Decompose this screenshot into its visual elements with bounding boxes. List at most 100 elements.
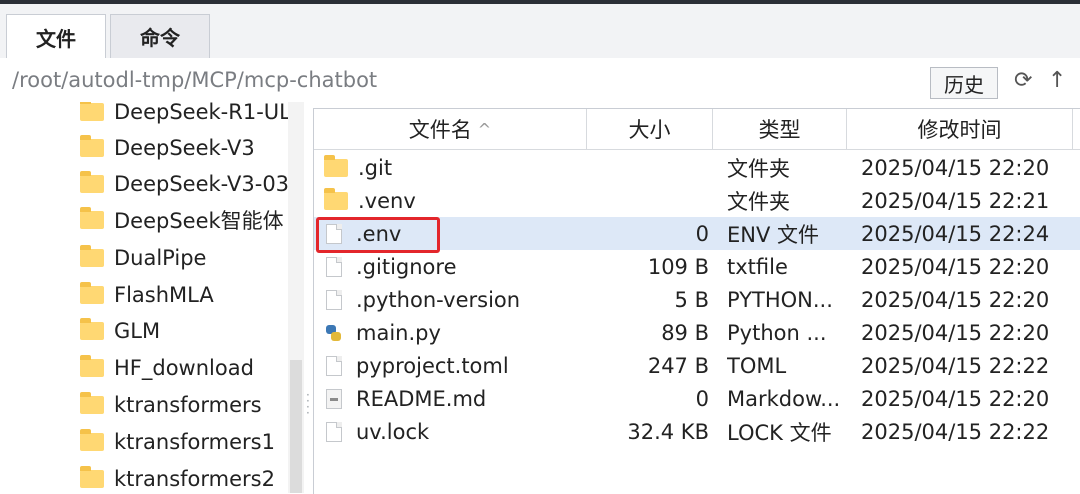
tab-bar: 文件 命令 — [0, 4, 1080, 62]
path-bar: /root/autodl-tmp/MCP/mcp-chatbot 历史 ⟳ ↑ — [0, 58, 1080, 102]
folder-icon — [80, 466, 104, 488]
file-size: 109 B — [647, 254, 709, 279]
file-type: Python ... — [727, 320, 827, 345]
table-row[interactable]: README.md 0 Markdow... 2025/04/15 22:20 — [314, 382, 1080, 415]
tree-item[interactable]: DualPipe — [80, 241, 206, 275]
tree-item[interactable]: ktransformers2 — [80, 462, 275, 493]
folder-icon — [80, 245, 104, 267]
file-size: 5 B — [674, 287, 709, 312]
file-name: main.py — [356, 320, 441, 345]
tree-item-label: DualPipe — [114, 246, 207, 270]
file-type: 文件夹 — [727, 156, 790, 181]
folder-icon — [80, 135, 104, 157]
folder-icon — [80, 429, 104, 451]
file-list: 文件名 ^ 大小 类型 修改时间 .git 文件夹 2025/04/15 22:… — [313, 108, 1080, 494]
file-type: Markdow... — [727, 386, 841, 411]
file-icon — [326, 355, 342, 376]
file-name: uv.lock — [356, 419, 430, 444]
tree-item[interactable]: GLM — [80, 314, 160, 348]
file-modified: 2025/04/15 22:24 — [861, 221, 1050, 246]
file-size: 89 B — [661, 320, 709, 345]
file-icon — [326, 289, 342, 310]
table-row[interactable]: uv.lock 32.4 KB LOCK 文件 2025/04/15 22:22 — [314, 415, 1080, 448]
file-type: PYTHON... — [727, 287, 833, 312]
tree-item-label: DeepSeek-R1-UL — [114, 102, 291, 124]
tree-item[interactable]: DeepSeek-V3-03 — [80, 167, 289, 201]
tree-item-label: DeepSeek-V3 — [114, 136, 255, 160]
folder-icon — [80, 282, 104, 304]
tree-item-label: DeepSeek智能体 — [114, 209, 284, 233]
file-size: 32.4 KB — [627, 419, 709, 444]
table-row[interactable]: pyproject.toml 247 B TOML 2025/04/15 22:… — [314, 349, 1080, 382]
tree-item-label: FlashMLA — [114, 283, 214, 307]
tree-item[interactable]: DeepSeek-V3 — [80, 131, 255, 165]
history-button[interactable]: 历史 — [930, 67, 998, 99]
tree-item-label: ktransformers — [114, 393, 262, 417]
tree-item-label: DeepSeek-V3-03 — [114, 172, 290, 196]
folder-icon — [80, 171, 104, 193]
tree-item-label: ktransformers1 — [114, 430, 275, 454]
folder-icon — [80, 392, 104, 414]
column-header-type[interactable]: 类型 — [713, 109, 847, 149]
file-name: .python-version — [356, 287, 521, 312]
tree-item[interactable]: DeepSeek-R1-UL — [80, 102, 291, 129]
file-type: ENV 文件 — [727, 222, 820, 247]
markdown-file-icon — [326, 388, 342, 409]
file-modified: 2025/04/15 22:20 — [861, 287, 1050, 312]
pane-splitter[interactable] — [304, 102, 312, 493]
file-name: .gitignore — [356, 254, 457, 279]
sidebar-scrollbar-thumb[interactable] — [290, 360, 302, 493]
column-header-name[interactable]: 文件名 ^ — [314, 109, 587, 149]
file-modified: 2025/04/15 22:22 — [861, 419, 1050, 444]
python-file-icon — [326, 323, 342, 343]
up-arrow-icon[interactable]: ↑ — [1048, 68, 1066, 93]
file-type: TOML — [727, 353, 787, 378]
file-modified: 2025/04/15 22:22 — [861, 353, 1050, 378]
directory-tree: DeepSeek-R1-UL DeepSeek-V3 DeepSeek-V3-0… — [0, 102, 312, 493]
column-header-modified[interactable]: 修改时间 — [847, 109, 1073, 149]
folder-icon — [80, 102, 104, 121]
column-header-label: 文件名 — [408, 118, 472, 142]
refresh-icon[interactable]: ⟳ — [1014, 68, 1032, 93]
file-size: 247 B — [647, 353, 709, 378]
file-icon — [326, 421, 342, 442]
file-size — [587, 184, 709, 217]
tree-item-label: HF_download — [114, 356, 254, 380]
folder-icon — [80, 355, 104, 377]
path-input[interactable]: /root/autodl-tmp/MCP/mcp-chatbot — [12, 68, 377, 92]
folder-icon — [324, 187, 348, 210]
file-type: txtfile — [727, 254, 788, 279]
file-modified: 2025/04/15 22:20 — [861, 386, 1050, 411]
column-header-size[interactable]: 大小 — [587, 109, 713, 149]
file-modified: 2025/04/15 22:20 — [861, 254, 1050, 279]
table-row[interactable]: .git 文件夹 2025/04/15 22:20 — [314, 151, 1080, 184]
file-modified: 2025/04/15 22:21 — [861, 188, 1050, 213]
tree-item[interactable]: HF_download — [80, 351, 254, 385]
tree-item[interactable]: ktransformers — [80, 388, 262, 422]
table-row[interactable]: .python-version 5 B PYTHON... 2025/04/15… — [314, 283, 1080, 316]
file-name: README.md — [356, 386, 487, 411]
header-divider — [314, 149, 1080, 150]
table-row[interactable]: .gitignore 109 B txtfile 2025/04/15 22:2… — [314, 250, 1080, 283]
annotation-highlight-box — [316, 217, 440, 253]
table-row[interactable]: .venv 文件夹 2025/04/15 22:21 — [314, 184, 1080, 217]
file-modified: 2025/04/15 22:20 — [861, 155, 1050, 180]
folder-icon — [80, 207, 104, 229]
tree-item[interactable]: DeepSeek智能体 — [80, 203, 284, 237]
tab-files[interactable]: 文件 — [6, 14, 106, 59]
tree-item-label: ktransformers2 — [114, 467, 275, 491]
file-size: 0 — [695, 386, 709, 411]
file-size: 0 — [695, 221, 709, 246]
splitter-grip-icon[interactable]: · · · · — [306, 389, 310, 419]
tree-item-label: GLM — [114, 319, 161, 343]
tree-item[interactable]: FlashMLA — [80, 278, 214, 312]
tree-item[interactable]: ktransformers1 — [80, 425, 275, 459]
file-size — [587, 151, 709, 184]
file-name: .git — [358, 155, 393, 180]
file-name: pyproject.toml — [356, 353, 509, 378]
tab-commands[interactable]: 命令 — [110, 14, 210, 58]
file-icon — [326, 256, 342, 277]
table-row[interactable]: main.py 89 B Python ... 2025/04/15 22:20 — [314, 316, 1080, 349]
file-name: .venv — [358, 188, 416, 213]
sort-ascending-icon: ^ — [477, 119, 492, 139]
